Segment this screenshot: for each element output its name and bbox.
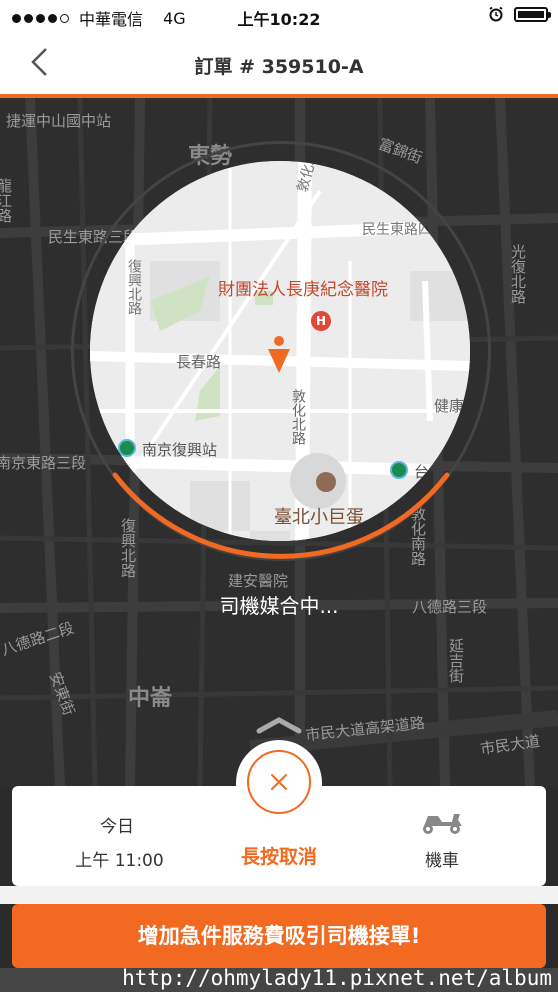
- map-label-station: 捷運中山國中站: [6, 112, 112, 130]
- inner-label-arena-station: 台北小巨蛋站: [414, 463, 470, 481]
- map-label-dunhua-partial: [476, 498, 506, 538]
- battery-icon: [514, 6, 551, 22]
- status-time: 上午10:22: [237, 10, 321, 29]
- map-label-zhonglun: 中崙: [128, 686, 173, 711]
- map-label-nanjing: 南京東路三段: [0, 454, 87, 472]
- map-label-jianan: 建安醫院: [228, 572, 289, 590]
- pickup-date: 今日: [100, 817, 134, 837]
- close-icon: [271, 774, 287, 790]
- inner-label-fuxing: 復興北路: [126, 259, 142, 315]
- add-urgent-fee-button[interactable]: 增加急件服務費吸引司機接單!: [12, 904, 546, 968]
- inner-label-minsheng-right: 民生東路四段: [362, 222, 446, 238]
- hospital-icon: H: [311, 311, 331, 331]
- inner-label-arena: 臺北小巨蛋: [274, 507, 364, 528]
- scooter-icon: [423, 814, 462, 834]
- cancel-hint: 長按取消: [240, 846, 317, 868]
- inner-label-jiankang: 健康路: [434, 397, 470, 415]
- map-label-longjiang: 龍江路: [0, 178, 13, 223]
- pickup-time: 上午 11:00: [75, 851, 164, 871]
- nav-bar: 訂單 # 359510-A: [0, 32, 558, 94]
- status-right: [488, 6, 551, 22]
- pickup-map-preview[interactable]: 敦化北路 民生東路四段 復興北路 財團法人長庚紀念醫院 H 長春路 敦化北路 健…: [90, 161, 470, 541]
- arena-icon: [316, 472, 336, 492]
- inner-label-nanjing-fuxing: 南京復興站: [142, 441, 218, 459]
- vehicle-type: 機車: [425, 851, 459, 871]
- matching-status: 司機媒合中...: [219, 594, 339, 618]
- watermark-text: http://ohmylady11.pixnet.net/album: [122, 966, 552, 990]
- inner-label-changchun: 長春路: [176, 353, 222, 371]
- mrt-station-icon: [390, 461, 408, 479]
- mrt-station-icon: [118, 439, 136, 457]
- cancel-order-button[interactable]: [247, 750, 311, 814]
- status-bar: 中華電信 4G 上午10:22: [0, 0, 558, 32]
- hospital-label: 財團法人長庚紀念醫院: [218, 280, 388, 300]
- page-title: 訂單 # 359510-A: [194, 56, 364, 78]
- alarm-icon: [489, 6, 503, 22]
- card-spacer: [0, 886, 558, 904]
- inner-label-dunhua-mid: 敦化北路: [290, 389, 306, 445]
- chevron-up-icon[interactable]: [255, 715, 303, 735]
- map-label-guangfu: 光復北路: [509, 244, 527, 304]
- pickup-pin-icon: [268, 336, 290, 373]
- map-label-yanji: 延吉街: [447, 638, 465, 683]
